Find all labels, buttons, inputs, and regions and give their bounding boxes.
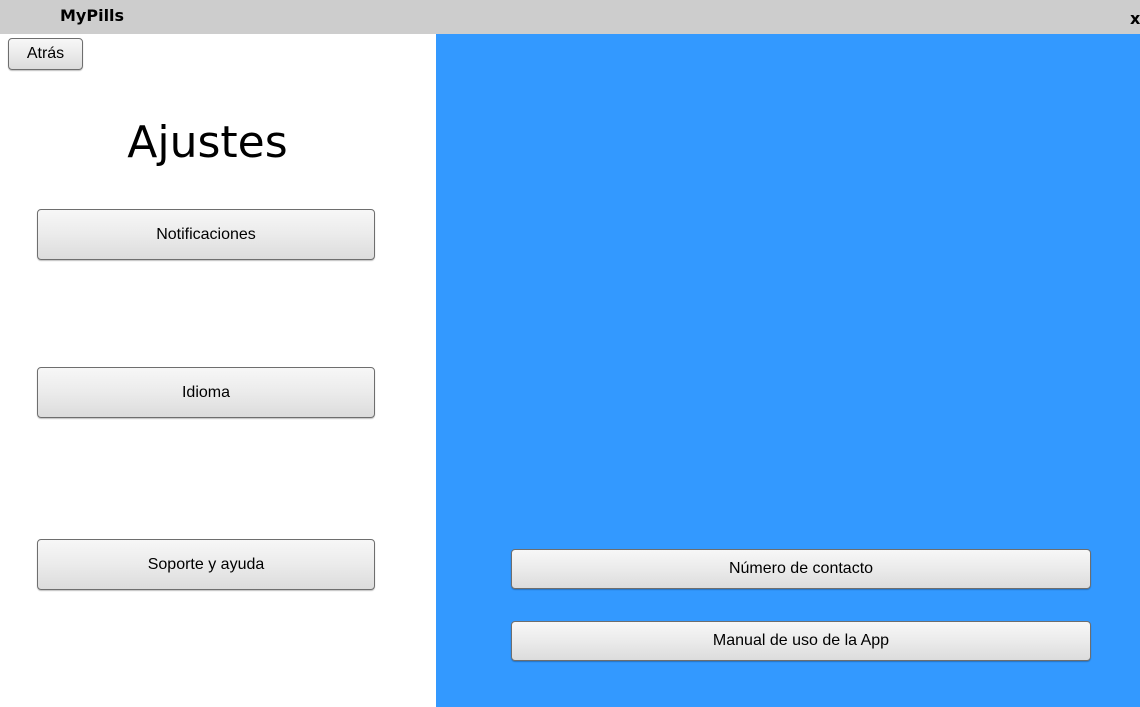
close-icon[interactable]: x bbox=[1130, 9, 1140, 29]
app-title: MyPills bbox=[60, 6, 125, 25]
support-panel bbox=[436, 34, 1140, 707]
title-bar: MyPills x bbox=[0, 0, 1140, 34]
page-title: Ajustes bbox=[127, 117, 288, 169]
back-button[interactable]: Atrás bbox=[8, 38, 83, 70]
language-button[interactable]: Idioma bbox=[37, 367, 375, 418]
contact-number-button[interactable]: Número de contacto bbox=[511, 549, 1091, 589]
notifications-button[interactable]: Notificaciones bbox=[37, 209, 375, 260]
app-manual-button[interactable]: Manual de uso de la App bbox=[511, 621, 1091, 661]
support-help-button[interactable]: Soporte y ayuda bbox=[37, 539, 375, 590]
